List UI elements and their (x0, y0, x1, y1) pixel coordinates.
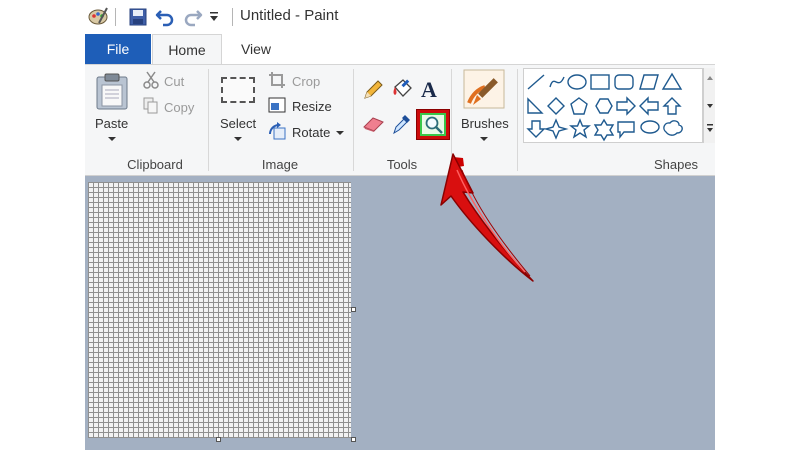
brushes-dropdown-caret[interactable] (480, 137, 488, 141)
shapes-gallery-scrollbar[interactable] (703, 68, 715, 143)
expand-gallery-icon (707, 128, 713, 132)
rectangular-callout-shape-icon (617, 121, 635, 139)
canvas-workspace (85, 176, 715, 450)
crop-button[interactable]: Crop (292, 74, 320, 89)
brushes-icon[interactable] (463, 69, 505, 109)
hexagon-shape-icon (595, 98, 613, 114)
select-dropdown-caret[interactable] (234, 137, 242, 141)
polygon-shape-icon (639, 74, 659, 90)
paint-window: Untitled - Paint File Home View Paste Cu… (85, 0, 715, 450)
group-separator (517, 69, 518, 171)
copy-icon[interactable] (143, 97, 159, 115)
rectangle-shape-icon (590, 74, 610, 90)
diamond-shape-icon (547, 97, 565, 115)
curve-shape-icon (549, 76, 565, 88)
cut-button[interactable]: Cut (164, 74, 184, 89)
select-icon[interactable] (221, 77, 255, 103)
customize-quick-access-icon[interactable] (209, 11, 219, 23)
rotate-button[interactable]: Rotate (292, 125, 330, 140)
up-arrow-shape-icon (662, 97, 682, 115)
canvas-resize-handle-corner[interactable] (351, 437, 356, 442)
five-point-star-shape-icon (569, 118, 591, 139)
ribbon-tabs: File Home View (85, 34, 715, 65)
drawing-canvas[interactable] (88, 182, 351, 438)
scroll-up-icon (707, 76, 713, 80)
window-title: Untitled - Paint (240, 7, 339, 24)
copy-button[interactable]: Copy (164, 100, 194, 115)
eraser-icon[interactable] (362, 115, 386, 133)
group-separator (451, 69, 452, 171)
color-picker-icon[interactable] (391, 111, 413, 135)
canvas-resize-handle-right[interactable] (351, 307, 356, 312)
tab-home[interactable]: Home (152, 34, 222, 65)
title-bar: Untitled - Paint (85, 0, 715, 34)
svg-text:A: A (421, 77, 437, 101)
rotate-dropdown-caret[interactable] (336, 131, 344, 135)
six-point-star-shape-icon (593, 118, 615, 142)
paint-app-icon[interactable] (87, 5, 109, 27)
cloud-callout-shape-icon (663, 120, 683, 136)
image-group-label: Image (261, 157, 299, 172)
tab-file[interactable]: File (85, 34, 151, 64)
select-button[interactable]: Select (220, 116, 256, 131)
cut-icon[interactable] (143, 71, 159, 89)
right-triangle-shape-icon (527, 97, 544, 114)
rounded-rectangle-shape-icon (614, 74, 634, 90)
clipboard-group-label: Clipboard (127, 157, 183, 172)
scroll-down-icon (707, 104, 713, 108)
brushes-button[interactable]: Brushes (461, 116, 509, 131)
shapes-group-label: Shapes (653, 157, 699, 172)
text-tool-icon[interactable]: A (418, 77, 442, 101)
redo-icon[interactable] (183, 7, 203, 27)
paste-dropdown-caret[interactable] (108, 137, 116, 141)
undo-icon[interactable] (155, 7, 175, 27)
rotate-icon[interactable] (268, 122, 286, 140)
ribbon-home: Paste Cut Copy Clipboard Select Crop Res… (85, 64, 715, 176)
resize-button[interactable]: Resize (292, 99, 332, 114)
paste-button[interactable]: Paste (95, 116, 128, 131)
group-separator (208, 69, 209, 171)
pentagon-shape-icon (570, 97, 588, 115)
oval-callout-shape-icon (640, 120, 660, 134)
title-separator (232, 8, 233, 26)
crop-icon[interactable] (268, 71, 286, 89)
triangle-shape-icon (661, 72, 683, 90)
save-icon[interactable] (129, 8, 147, 26)
tools-group-label: Tools (386, 157, 418, 172)
four-point-star-shape-icon (543, 118, 569, 140)
magnifier-highlight-frame (416, 109, 450, 140)
group-separator (353, 69, 354, 171)
oval-shape-icon (567, 74, 587, 90)
resize-icon[interactable] (268, 97, 286, 113)
magnifier-icon[interactable] (424, 115, 444, 135)
pencil-icon[interactable] (362, 79, 384, 101)
down-arrow-shape-icon (526, 120, 546, 138)
paste-icon[interactable] (95, 73, 129, 111)
left-arrow-shape-icon (639, 96, 659, 116)
shapes-gallery-icons (526, 72, 683, 142)
right-arrow-shape-icon (616, 96, 636, 116)
tab-view[interactable]: View (227, 34, 285, 64)
line-shape-icon (527, 74, 545, 90)
shapes-gallery (523, 68, 703, 143)
fill-bucket-icon[interactable] (391, 77, 415, 101)
quick-access-separator (115, 8, 116, 26)
canvas-resize-handle-bottom[interactable] (216, 437, 221, 442)
